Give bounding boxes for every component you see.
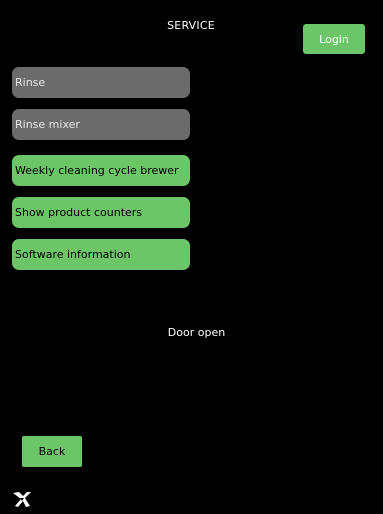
show-product-counters-button[interactable]: Show product counters — [12, 197, 190, 228]
software-information-button[interactable]: Software information — [12, 239, 190, 270]
rinse-button[interactable]: Rinse — [12, 67, 190, 98]
brand-logo-icon — [11, 490, 33, 510]
login-button[interactable]: Login — [303, 24, 365, 54]
weekly-cleaning-cycle-brewer-button[interactable]: Weekly cleaning cycle brewer — [12, 155, 190, 186]
status-message: Door open — [167, 326, 226, 339]
back-button[interactable]: Back — [22, 436, 82, 467]
rinse-mixer-button[interactable]: Rinse mixer — [12, 109, 190, 140]
